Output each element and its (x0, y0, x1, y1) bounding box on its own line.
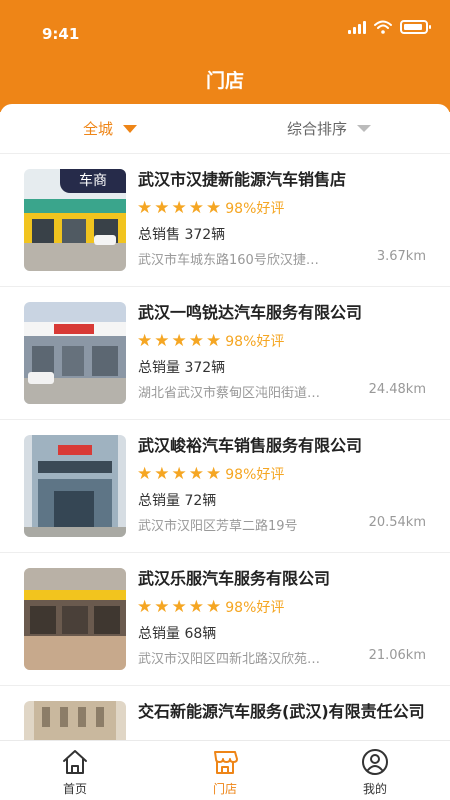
rating-text: 98%好评 (225, 201, 285, 217)
rating-row: ★ ★ ★ ★ ★ 98%好评 (137, 597, 284, 617)
tab-home-label: 首页 (62, 782, 87, 796)
star-icon: ★ (206, 198, 222, 218)
sales-count: 总销量 68辆 (138, 626, 217, 642)
star-rating: ★ ★ ★ ★ ★ (137, 597, 221, 617)
star-icon: ★ (137, 464, 153, 484)
star-icon: ★ (154, 464, 170, 484)
store-distance: 24.48km (368, 382, 426, 397)
store-name: 武汉一鸣锐达汽车服务有限公司 (138, 303, 363, 322)
store-name: 武汉市汉捷新能源汽车销售店 (138, 170, 347, 189)
status-time: 9:41 (42, 25, 80, 43)
tab-bar: 首页 门店 我的 (0, 740, 450, 800)
store-address: 武汉市汉阳区芳草二路19号 (138, 519, 298, 534)
header: 9:41 门店 (0, 0, 450, 112)
status-bar: 9:41 (0, 0, 450, 60)
tab-profile-label: 我的 (362, 782, 387, 796)
sales-count: 总销售 372辆 (138, 227, 226, 243)
page-title: 门店 (205, 70, 244, 92)
star-icon: ★ (137, 331, 153, 351)
store-item[interactable]: 交石新能源汽车服务(武汉)有限责任公司 (0, 686, 450, 740)
store-item[interactable]: 武汉一鸣锐达汽车服务有限公司 ★ ★ ★ ★ ★ 98%好评 总销量 372辆 湖北省武… (0, 287, 450, 420)
store-item[interactable]: 武汉乐服汽车服务有限公司 ★ ★ ★ ★ ★ 98%好评 总销量 68辆 武汉市汉阳区四… (0, 553, 450, 686)
wifi-icon (374, 20, 392, 34)
city-filter-label: 全城 (83, 120, 114, 138)
store-item[interactable]: 车商 武汉市汉捷新能源汽车销售店 ★ ★ ★ ★ ★ 98%好评 总销售 372辆 武汉… (0, 154, 450, 287)
tab-home[interactable]: 首页 (0, 741, 150, 800)
rating-row: ★ ★ ★ ★ ★ 98%好评 (137, 464, 284, 484)
tab-store-label: 门店 (212, 782, 237, 796)
tab-profile[interactable]: 我的 (300, 741, 450, 800)
sales-count: 总销量 372辆 (138, 360, 226, 376)
store-photo (24, 302, 126, 404)
star-icon: ★ (188, 597, 204, 617)
sort-filter-label: 综合排序 (287, 120, 348, 138)
rating-text: 98%好评 (225, 467, 285, 483)
star-rating: ★ ★ ★ ★ ★ (137, 464, 221, 484)
star-icon: ★ (171, 464, 187, 484)
store-photo (24, 701, 126, 740)
store-name: 交石新能源汽车服务(武汉)有限责任公司 (138, 702, 425, 721)
star-icon: ★ (154, 597, 170, 617)
star-icon: ★ (206, 464, 222, 484)
profile-icon (362, 749, 388, 775)
store-address: 武汉市车城东路160号欣汉捷… (138, 253, 319, 268)
star-icon: ★ (206, 331, 222, 351)
rating-row: ★ ★ ★ ★ ★ 98%好评 (137, 331, 284, 351)
star-icon: ★ (137, 198, 153, 218)
store-photo (24, 435, 126, 537)
store-address: 武汉市汉阳区四新北路汉欣苑… (138, 652, 321, 667)
store-list-panel: 全城 综合排序 车商 武汉市汉捷新能源汽车销售店 ★ ★ ★ ★ ★ 98%好评… (0, 104, 450, 740)
star-icon: ★ (171, 331, 187, 351)
star-icon: ★ (188, 198, 204, 218)
star-icon: ★ (206, 597, 222, 617)
store-distance: 21.06km (368, 648, 426, 663)
store-icon (214, 751, 238, 774)
store-item[interactable]: 武汉峻裕汽车销售服务有限公司 ★ ★ ★ ★ ★ 98%好评 总销量 72辆 武汉市汉阳… (0, 420, 450, 553)
merchant-tag: 车商 (60, 169, 126, 193)
rating-row: ★ ★ ★ ★ ★ 98%好评 (137, 198, 284, 218)
store-photo: 车商 (24, 169, 126, 271)
rating-text: 98%好评 (225, 600, 285, 616)
sales-count: 总销量 72辆 (138, 493, 217, 509)
rating-text: 98%好评 (225, 334, 285, 350)
store-name: 武汉乐服汽车服务有限公司 (138, 569, 331, 588)
tab-store[interactable]: 门店 (150, 741, 300, 800)
star-rating: ★ ★ ★ ★ ★ (137, 198, 221, 218)
store-photo (24, 568, 126, 670)
caret-down-icon (357, 125, 372, 132)
star-rating: ★ ★ ★ ★ ★ (137, 331, 221, 351)
status-icons (348, 20, 431, 34)
city-filter[interactable]: 全城 (83, 118, 138, 139)
store-distance: 20.54km (368, 515, 426, 530)
star-icon: ★ (154, 198, 170, 218)
star-icon: ★ (137, 597, 153, 617)
store-distance: 3.67km (376, 249, 426, 264)
battery-icon (400, 20, 431, 34)
star-icon: ★ (188, 331, 204, 351)
store-name: 武汉峻裕汽车销售服务有限公司 (138, 436, 363, 455)
star-icon: ★ (171, 198, 187, 218)
store-address: 湖北省武汉市蔡甸区沌阳街道… (138, 386, 321, 401)
home-icon (63, 750, 87, 774)
caret-down-icon (123, 124, 138, 133)
star-icon: ★ (171, 597, 187, 617)
sort-filter[interactable]: 综合排序 (287, 118, 372, 139)
star-icon: ★ (188, 464, 204, 484)
star-icon: ★ (154, 331, 170, 351)
cellular-signal-icon (348, 20, 366, 34)
filter-bar: 全城 综合排序 (0, 104, 450, 154)
